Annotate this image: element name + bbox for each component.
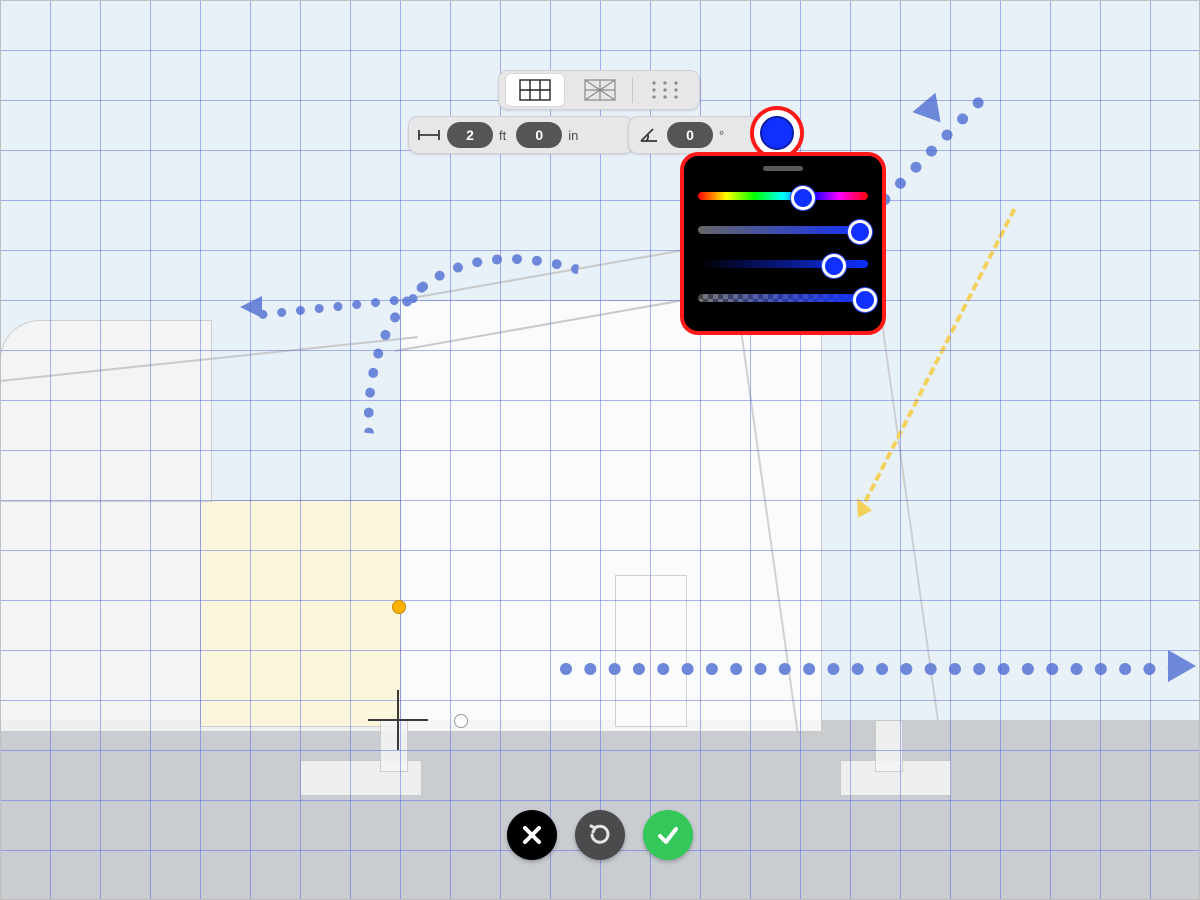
color-swatch-fill: [760, 116, 794, 150]
building-panel: [200, 500, 402, 727]
cancel-button[interactable]: [507, 810, 557, 860]
check-icon: [654, 821, 682, 849]
confirm-button[interactable]: [643, 810, 693, 860]
iso-grid-icon: [584, 79, 616, 101]
hue-track: [698, 192, 868, 200]
feet-unit-label: ft: [499, 128, 506, 143]
angle-unit-label: °: [719, 128, 724, 143]
column-left: [380, 720, 408, 772]
grid-mode-toolbar: [498, 70, 700, 110]
square-grid-icon: [519, 79, 551, 101]
drag-handle[interactable]: [454, 714, 468, 728]
alpha-track: [698, 294, 868, 302]
refresh-icon: [586, 821, 614, 849]
dot-grid-icon: [649, 79, 681, 101]
popover-grabber[interactable]: [763, 166, 803, 171]
angle-input[interactable]: 0: [667, 122, 713, 148]
length-icon: [415, 128, 443, 142]
grid-mode-square[interactable]: [505, 73, 565, 107]
dimension-toolbar: 2 ft 0 in: [408, 116, 634, 154]
saturation-thumb[interactable]: [848, 220, 872, 244]
building-upper-left: [0, 320, 212, 502]
length-inches-input[interactable]: 0: [516, 122, 562, 148]
hue-thumb[interactable]: [791, 186, 815, 210]
angle-toolbar: 0 °: [628, 116, 760, 154]
brightness-slider[interactable]: [698, 253, 868, 273]
length-feet-input[interactable]: 2: [447, 122, 493, 148]
close-icon: [519, 822, 545, 848]
length-feet-value: 2: [466, 127, 474, 143]
airflow-arrowhead-out: [1168, 650, 1196, 682]
angle-value: 0: [686, 127, 694, 143]
alpha-thumb[interactable]: [853, 288, 877, 312]
action-bar: [507, 810, 693, 860]
saturation-slider[interactable]: [698, 219, 868, 239]
anchor-point[interactable]: [392, 600, 406, 614]
alpha-slider[interactable]: [698, 287, 868, 307]
inches-unit-label: in: [568, 128, 578, 143]
airflow-arrowhead-roof: [240, 296, 262, 318]
airflow-arrowhead-up: [912, 88, 949, 123]
grid-mode-dots[interactable]: [636, 74, 694, 106]
drawing-canvas[interactable]: 2 ft 0 in 0 °: [0, 0, 1200, 900]
reset-button[interactable]: [575, 810, 625, 860]
grid-mode-iso[interactable]: [571, 74, 629, 106]
length-inches-value: 0: [535, 127, 543, 143]
color-picker-popover: [680, 152, 886, 335]
brightness-thumb[interactable]: [822, 254, 846, 278]
segment-divider: [632, 77, 633, 103]
hue-slider[interactable]: [698, 185, 868, 205]
angle-icon: [635, 126, 663, 144]
saturation-track: [698, 226, 868, 234]
